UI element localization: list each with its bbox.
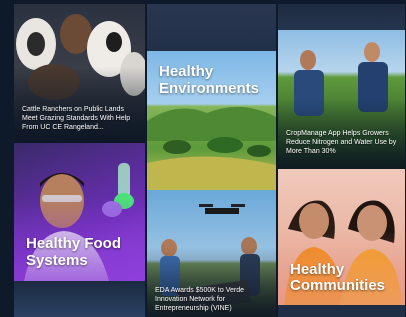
environments-title-line2: Environments [159,80,260,97]
tile-healthy-food-systems[interactable]: Healthy Food Systems [14,143,145,281]
communities-title-line1: Healthy [290,261,345,278]
tile-cattle-ranchers[interactable]: Cattle Ranchers on Public Lands Meet Gra… [14,4,145,143]
tile-bottom-right-partial[interactable] [278,305,405,317]
food-title-line2: Systems [26,252,88,269]
tile-bottom-left-partial[interactable] [14,281,145,317]
tile-top-right-partial[interactable] [278,4,405,30]
tile-healthy-communities[interactable]: Healthy Communities [278,169,405,305]
eda-caption: EDA Awards $500K to Verde Innovation Net… [155,287,244,312]
content-tile-grid: Cattle Ranchers on Public Lands Meet Gra… [0,0,406,317]
tile-top-middle-partial[interactable] [147,4,276,51]
tile-healthy-environments[interactable]: Healthy Environments [147,51,276,190]
environments-title-line1: Healthy [159,63,214,80]
food-title-line1: Healthy Food [26,235,122,252]
communities-title-line2: Communities [290,277,386,294]
cropmanage-caption: CropManage App Helps Growers Reduce Nitr… [286,130,397,155]
tile-eda-awards[interactable]: EDA Awards $500K to Verde Innovation Net… [147,190,276,317]
cattle-caption: Cattle Ranchers on Public Lands Meet Gra… [22,106,131,131]
tile-cropmanage[interactable]: CropManage App Helps Growers Reduce Nitr… [278,30,405,169]
